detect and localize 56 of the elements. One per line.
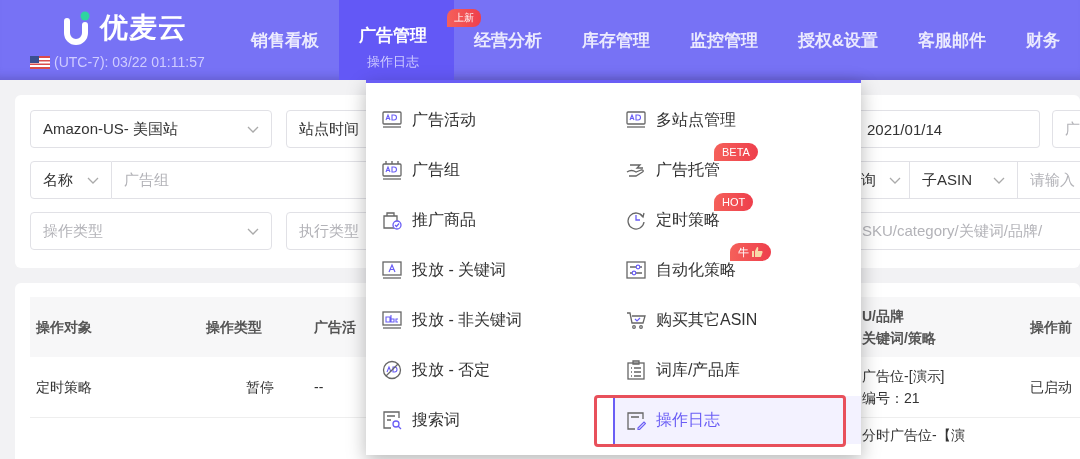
- thumbs-up-icon: [751, 246, 763, 258]
- menu-item[interactable]: 投放 - 关键词: [366, 245, 613, 295]
- table-cell-text: 广告位-[演示] 编号：21: [862, 366, 946, 408]
- menu-item[interactable]: 操作日志: [613, 396, 861, 444]
- sliders-icon: [626, 260, 646, 280]
- brand-name: 优麦云: [100, 11, 187, 45]
- ad-group-icon: [382, 160, 402, 180]
- search-list-icon: [382, 410, 402, 430]
- ad-crossed-icon: [382, 360, 402, 380]
- table-cell-text: 定时策略: [35, 377, 93, 397]
- tag-badge: HOT: [714, 193, 754, 211]
- logo-icon: [64, 11, 90, 45]
- nav-tab[interactable]: 广告管理 操作日志: [338, 0, 454, 80]
- menu-item[interactable]: 多站点管理: [613, 95, 861, 145]
- list-icon: [626, 360, 646, 380]
- table-cell-text: 已启动: [1030, 377, 1073, 397]
- abc-icon: [382, 310, 402, 330]
- flag-icon: [30, 55, 50, 69]
- table-cell-text: --: [314, 377, 325, 397]
- menu-item[interactable]: 广告组: [366, 145, 613, 195]
- column-header: 操作前: [1030, 317, 1073, 337]
- menu-item[interactable]: 词库/产品库: [613, 345, 861, 395]
- column-header: U/品牌 关键词/策略: [862, 306, 937, 348]
- menu-item[interactable]: 广告活动: [366, 95, 613, 145]
- menu-item[interactable]: 推广商品: [366, 195, 613, 245]
- column-header: 操作类型: [206, 317, 263, 337]
- menu-item[interactable]: 投放 - 否定: [366, 345, 613, 395]
- menu-item[interactable]: 搜索词: [366, 395, 613, 445]
- ad-banner-icon: [382, 110, 402, 130]
- column-header: 广告活: [314, 317, 357, 337]
- menu-item[interactable]: 购买其它ASIN: [613, 295, 861, 345]
- ad-banner-icon: [626, 110, 646, 130]
- chevron-down-icon: [247, 227, 259, 235]
- bag-check-icon: [382, 210, 402, 230]
- chevron-down-icon: [889, 176, 901, 184]
- clock-refresh-icon: [626, 210, 646, 230]
- column-header: 操作对象: [35, 317, 93, 337]
- chevron-down-icon: [993, 176, 1005, 184]
- clock-text: (UTC-7): 03/22 01:11:57: [54, 54, 205, 70]
- chevron-down-icon: [87, 176, 99, 184]
- search-by-select[interactable]: 名称: [30, 161, 112, 199]
- thumb-badge: 牛: [730, 243, 771, 261]
- site-select[interactable]: Amazon-US- 美国站: [30, 110, 272, 148]
- target-icon: [382, 260, 402, 280]
- asin-type-select[interactable]: 子ASIN: [910, 161, 1018, 199]
- time-type-select[interactable]: 站点时间: [286, 110, 366, 148]
- date-field[interactable]: 2021/01/14: [861, 110, 1040, 148]
- table-cell-text: 暂停: [245, 377, 275, 397]
- table-cell-text: 分时广告位-【演: [862, 426, 966, 445]
- edit-log-icon: [626, 410, 646, 430]
- query-select[interactable]: 询: [861, 161, 910, 199]
- tag-badge: BETA: [714, 143, 758, 161]
- cart-icon: [626, 310, 646, 330]
- menu-item[interactable]: 投放 - 非关键词: [366, 295, 613, 345]
- new-badge: 上新: [446, 9, 481, 27]
- chevron-down-icon: [247, 125, 259, 133]
